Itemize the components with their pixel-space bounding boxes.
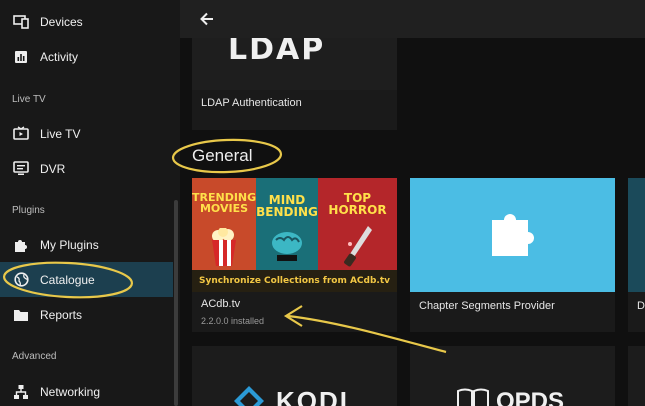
puzzle-icon — [492, 214, 534, 256]
sidebar: Devices Activity Live TV Live TV DVR Plu… — [0, 0, 180, 406]
section-label-live-tv: Live TV — [12, 94, 46, 105]
card-subtitle: 2.2.0.0 installed — [201, 316, 265, 326]
plugin-card-partial[interactable]: D — [628, 178, 645, 332]
globe-icon — [12, 271, 30, 289]
poster-top-horror: TOP HORROR — [318, 178, 397, 270]
sidebar-scrollbar[interactable] — [174, 200, 178, 406]
sidebar-item-label: Networking — [40, 384, 101, 399]
section-title: General — [192, 146, 253, 165]
dvr-icon — [12, 160, 30, 178]
main-content: LDAP LDAP Authentication General TRENDIN… — [180, 0, 645, 406]
plugin-card-kodi[interactable]: KODI — [192, 346, 397, 406]
devices-icon — [12, 13, 30, 31]
kodi-logo-text: KODI — [276, 386, 349, 406]
card-thumbnail: TRENDING MOVIES MIND BENDING TOP HORROR — [192, 178, 397, 292]
section-label-advanced: Advanced — [12, 351, 57, 362]
card-title: ACdb.tv — [201, 298, 241, 310]
live-tv-icon — [12, 125, 30, 143]
kodi-logo-icon — [234, 386, 264, 406]
sidebar-item-label: DVR — [40, 161, 66, 176]
poster-trending: TRENDING MOVIES — [192, 178, 256, 270]
sidebar-item-devices[interactable]: Devices — [0, 4, 173, 39]
network-icon — [12, 383, 30, 401]
card-title: D — [637, 300, 645, 312]
activity-icon — [12, 48, 30, 66]
sidebar-item-activity[interactable]: Activity — [0, 39, 173, 74]
knife-icon — [344, 226, 372, 267]
plugin-card-acdb[interactable]: TRENDING MOVIES MIND BENDING TOP HORROR — [192, 178, 397, 332]
sidebar-item-networking[interactable]: Networking — [0, 374, 173, 406]
sidebar-item-label: Activity — [40, 49, 79, 64]
card-thumbnail — [410, 178, 615, 292]
puzzle-icon — [12, 236, 30, 254]
section-label-plugins: Plugins — [12, 205, 45, 216]
back-arrow-icon[interactable] — [198, 10, 216, 28]
sidebar-item-catalogue[interactable]: Catalogue — [0, 262, 173, 297]
top-bar — [180, 0, 645, 38]
card-banner: Synchronize Collections from ACdb.tv — [192, 270, 397, 292]
plugin-card-partial-bottom[interactable] — [628, 346, 645, 406]
brain-icon — [272, 232, 302, 261]
sidebar-item-label: Live TV — [40, 126, 81, 141]
sidebar-item-label: Catalogue — [40, 272, 95, 287]
sidebar-item-label: Devices — [40, 14, 83, 29]
sidebar-item-reports[interactable]: Reports — [0, 297, 173, 332]
sidebar-item-dvr[interactable]: DVR — [0, 151, 173, 186]
plugin-card-chapter-segments[interactable]: Chapter Segments Provider — [410, 178, 615, 332]
card-title: LDAP Authentication — [201, 97, 302, 109]
folder-icon — [12, 306, 30, 324]
sidebar-item-label: Reports — [40, 307, 83, 322]
card-title: Chapter Segments Provider — [419, 300, 555, 312]
card-thumbnail — [628, 178, 645, 292]
sidebar-item-my-plugins[interactable]: My Plugins — [0, 227, 173, 262]
popcorn-icon — [212, 228, 236, 266]
plugin-card-opds[interactable]: OPDS — [410, 346, 615, 406]
book-icon — [457, 388, 489, 406]
sidebar-item-live-tv[interactable]: Live TV — [0, 116, 173, 151]
poster-mind-bending: MIND BENDING — [256, 178, 318, 270]
sidebar-item-label: My Plugins — [40, 237, 99, 252]
opds-logo-text: OPDS — [496, 388, 565, 406]
